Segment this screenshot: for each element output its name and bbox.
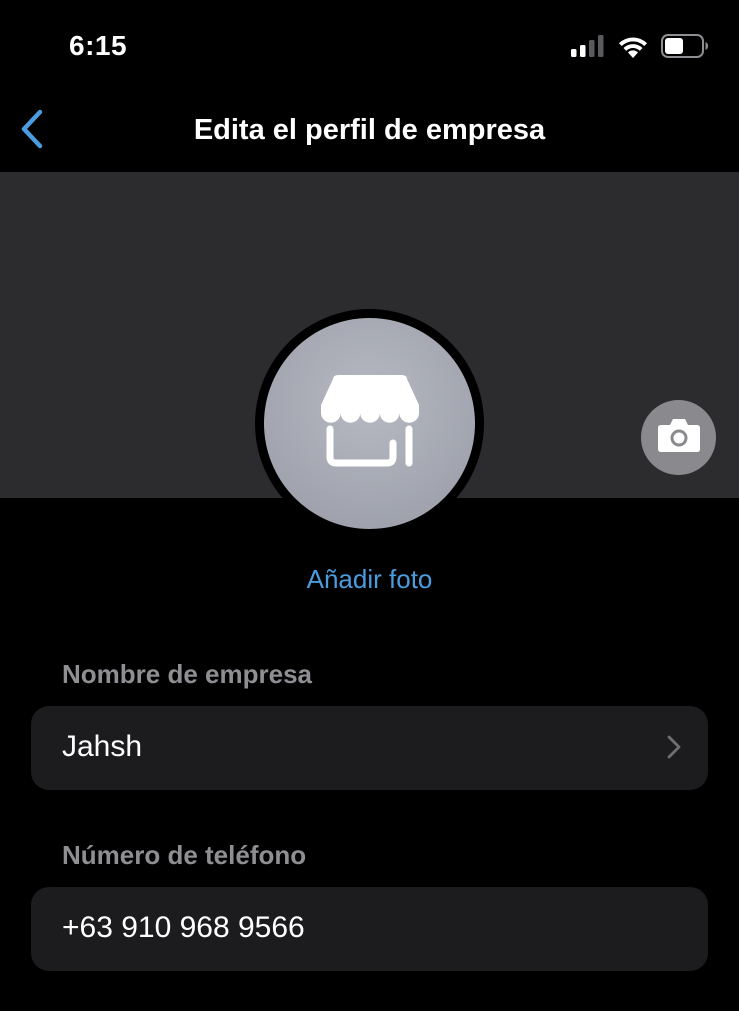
status-time: 6:15	[69, 30, 128, 61]
business-name-value: Jahsh	[62, 730, 143, 763]
change-cover-photo-button[interactable]	[641, 400, 716, 475]
battery-icon	[661, 34, 709, 63]
wifi-icon	[617, 35, 649, 63]
business-name-label: Nombre de empresa	[62, 659, 312, 689]
signal-icon	[571, 35, 605, 62]
navigation-bar: Edita el perfil de empresa	[0, 92, 739, 172]
phone-number-label: Número de teléfono	[62, 840, 307, 870]
phone-number-field[interactable]: +63 910 968 9566	[31, 887, 708, 971]
status-icons	[571, 34, 709, 63]
camera-icon	[657, 417, 701, 458]
status-bar: 6:15	[0, 0, 739, 92]
page-title: Edita el perfil de empresa	[193, 114, 546, 146]
chevron-right-icon	[666, 734, 682, 765]
avatar[interactable]	[264, 318, 475, 529]
add-photo-link[interactable]: Añadir foto	[0, 564, 739, 595]
phone-number-value: +63 910 968 9566	[62, 911, 305, 944]
business-name-field[interactable]: Jahsh	[31, 706, 708, 790]
storefront-icon	[315, 373, 425, 474]
